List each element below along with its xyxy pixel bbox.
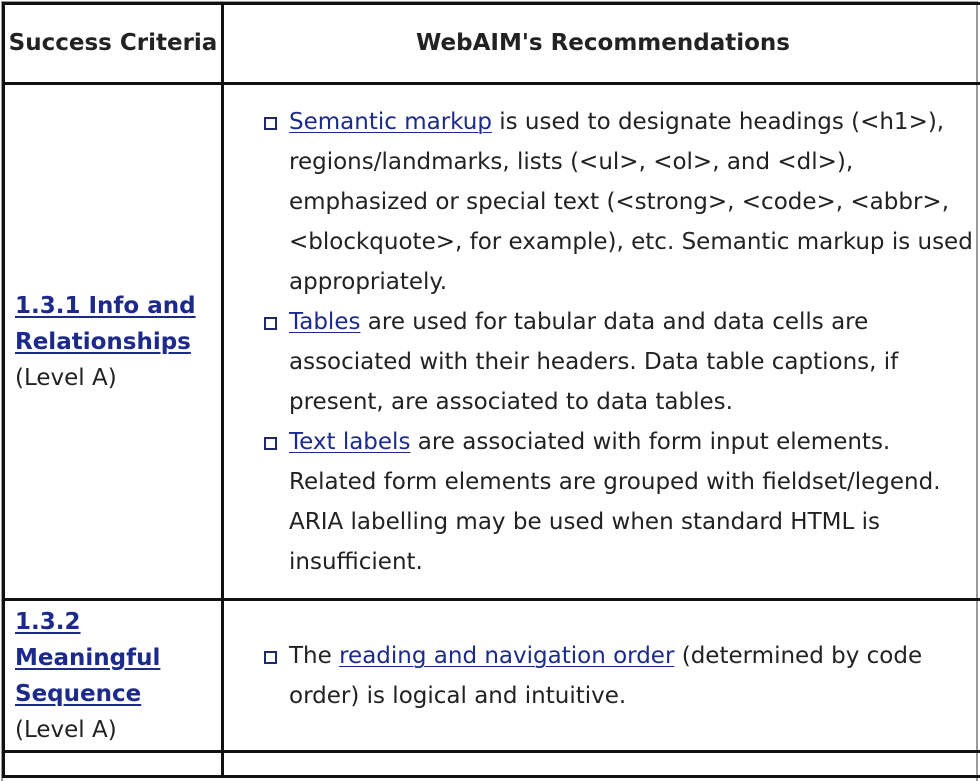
square-bullet-icon: [264, 317, 277, 330]
square-bullet-icon: [264, 651, 277, 664]
list-item: Semantic markup is used to designate hea…: [264, 102, 978, 302]
list-item: Tables are used for tabular data and dat…: [264, 302, 978, 422]
recommendations-cell: Semantic markup is used to designate hea…: [223, 84, 980, 600]
criterion-cell-empty: [4, 752, 223, 777]
list-item: Text labels are associated with form inp…: [264, 422, 978, 582]
table-row-partial: [4, 752, 980, 777]
wcag-recommendations-table: Success Criteria WebAIM's Recommendation…: [2, 2, 980, 778]
reading-navigation-order-link[interactable]: reading and navigation order: [339, 643, 674, 669]
criterion-link-1-3-1[interactable]: 1.3.1 Info and Relationships: [15, 293, 196, 355]
table-row: 1.3.2 Meaningful Sequence (Level A) The …: [4, 600, 980, 752]
table-row: 1.3.1 Info and Relationships (Level A) S…: [4, 84, 980, 600]
tables-link[interactable]: Tables: [289, 309, 360, 335]
recommendations-list: Semantic markup is used to designate hea…: [264, 102, 978, 582]
header-recommendations: WebAIM's Recommendations: [223, 4, 980, 84]
header-row: Success Criteria WebAIM's Recommendation…: [4, 4, 980, 84]
criterion-level: (Level A): [15, 712, 215, 748]
criterion-link-1-3-2[interactable]: 1.3.2 Meaningful Sequence: [15, 609, 160, 707]
recommendation-text: is used to designate headings (<h1>), re…: [289, 109, 973, 295]
semantic-markup-link[interactable]: Semantic markup: [289, 109, 492, 135]
header-success-criteria: Success Criteria: [4, 4, 223, 84]
criterion-cell: 1.3.1 Info and Relationships (Level A): [4, 84, 223, 600]
text-labels-link[interactable]: Text labels: [289, 429, 410, 455]
square-bullet-icon: [264, 117, 277, 130]
criterion-cell: 1.3.2 Meaningful Sequence (Level A): [4, 600, 223, 752]
list-item: The reading and navigation order (determ…: [264, 636, 978, 716]
recommendations-list: The reading and navigation order (determ…: [264, 636, 978, 716]
recommendation-prefix: The: [289, 643, 339, 669]
recommendations-cell-empty: [223, 752, 980, 777]
recommendation-text: are used for tabular data and data cells…: [289, 309, 898, 415]
recommendations-cell: The reading and navigation order (determ…: [223, 600, 980, 752]
header-recommendations-label: WebAIM's Recommendations: [416, 30, 790, 56]
square-bullet-icon: [264, 437, 277, 450]
criterion-level: (Level A): [15, 360, 215, 396]
header-success-criteria-label: Success Criteria: [9, 30, 218, 56]
